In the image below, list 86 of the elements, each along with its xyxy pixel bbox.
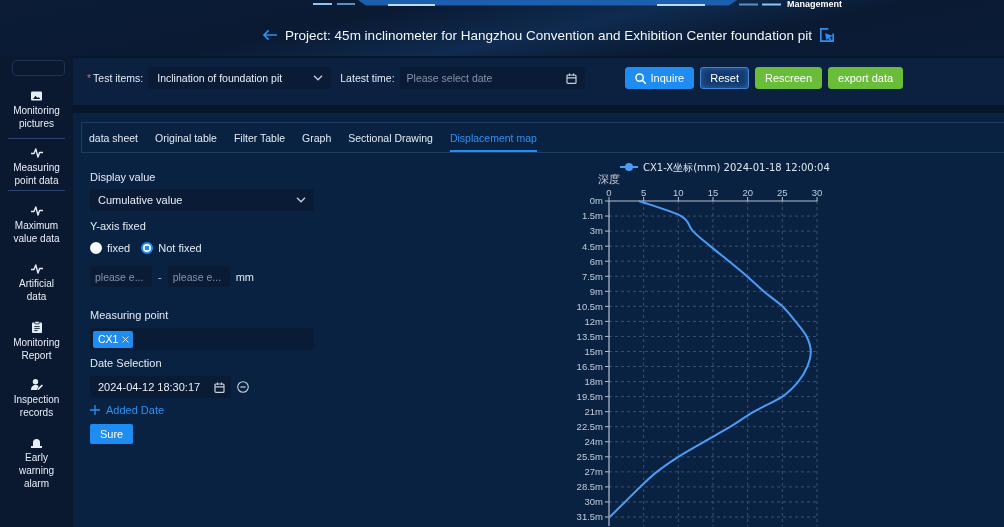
sidebar-item[interactable]: Inspection records bbox=[8, 369, 65, 423]
sidebar-item[interactable]: Monitoring pictures bbox=[8, 80, 65, 134]
y-tick-label: 22.5m bbox=[576, 421, 603, 433]
y-tick-label: 4.5m bbox=[581, 240, 603, 252]
clipboard-icon bbox=[31, 321, 42, 334]
y-tick-label: 0m bbox=[589, 195, 603, 207]
tab[interactable]: data sheet bbox=[89, 123, 139, 152]
search-icon bbox=[634, 72, 646, 84]
sidebar-item[interactable]: Measuring point data bbox=[8, 138, 65, 192]
image-icon bbox=[31, 90, 42, 101]
add-date-link[interactable]: Added Date bbox=[90, 403, 165, 417]
tab[interactable]: Displacement map bbox=[449, 123, 537, 152]
y-tick-label: 9m bbox=[589, 285, 603, 297]
y-tick-label: 25.5m bbox=[576, 451, 603, 463]
x-tick-label: 15 bbox=[707, 186, 719, 198]
nav-label[interactable]: Management bbox=[787, 0, 842, 9]
field-label: Display value bbox=[90, 170, 156, 184]
plus-icon bbox=[90, 405, 100, 415]
max-value-field[interactable]: please e... bbox=[167, 266, 230, 287]
y-tick-label: 21m bbox=[584, 406, 603, 418]
y-tick-label: 28.5m bbox=[576, 481, 603, 493]
sidebar-item[interactable]: Early warning alarm bbox=[8, 426, 65, 491]
required-mark: * bbox=[87, 71, 92, 86]
y-tick-label: 13.5m bbox=[576, 330, 603, 342]
tab[interactable]: Sectional Drawing bbox=[348, 123, 433, 152]
x-tick-label: 25 bbox=[777, 186, 788, 198]
calendar-icon bbox=[565, 72, 577, 84]
square-cursor-icon[interactable] bbox=[819, 28, 834, 42]
chevron-down-icon bbox=[313, 75, 324, 81]
tab[interactable]: Filter Table bbox=[233, 123, 286, 152]
back-arrow-icon[interactable] bbox=[262, 29, 278, 41]
field-label: Date Selection bbox=[90, 356, 162, 370]
pulse-icon bbox=[30, 263, 43, 274]
minus-circle-icon[interactable] bbox=[237, 381, 249, 393]
person-pen-icon bbox=[30, 379, 43, 391]
y-tick-label: 12m bbox=[584, 315, 603, 327]
y-tick-label: 1.5m bbox=[581, 210, 603, 222]
y-tick-label: 31.5m bbox=[576, 511, 603, 523]
radio-option[interactable]: Not fixed bbox=[141, 241, 202, 255]
y-tick-label: 19.5m bbox=[576, 391, 603, 402]
y-tick-label: 15m bbox=[584, 345, 603, 357]
sidebar-item[interactable]: Maximum value data bbox=[8, 196, 65, 250]
field-label: Latest time: bbox=[340, 71, 395, 86]
field-label: Test items: bbox=[93, 71, 144, 86]
x-tick-label: 30 bbox=[811, 186, 823, 198]
sidebar-item[interactable]: Monitoring Report bbox=[8, 311, 65, 365]
close-icon[interactable] bbox=[122, 335, 130, 343]
project-title: Project: 45m inclinometer for Hangzhou Convention and Exhibition Center foundation pit bbox=[285, 27, 812, 43]
chevron-down-icon bbox=[296, 197, 306, 203]
field-label: Measuring point bbox=[90, 308, 169, 322]
test-items-select[interactable]: Inclination of foundation pit bbox=[148, 67, 332, 89]
legend-label: CX1-X坐标(mm) 2024-01-18 12:00:04 bbox=[643, 161, 830, 173]
y-tick-label: 7.5m bbox=[581, 270, 603, 282]
date-picker-field[interactable]: Please select date bbox=[399, 67, 585, 89]
display-value-select[interactable]: Cumulative value bbox=[90, 189, 314, 211]
tab[interactable]: Graph bbox=[302, 123, 332, 152]
calendar-icon bbox=[214, 381, 225, 393]
x-tick-label: 20 bbox=[742, 186, 753, 198]
action-button[interactable]: Reset bbox=[700, 67, 749, 89]
blank-panel bbox=[12, 60, 65, 76]
date-field[interactable]: 2024-04-12 18:30:17 bbox=[90, 376, 231, 398]
pulse-icon bbox=[30, 148, 43, 159]
y-tick-label: 24m bbox=[584, 436, 603, 448]
y-tick-label: 10.5m bbox=[576, 300, 603, 312]
pulse-icon bbox=[30, 206, 43, 217]
tab[interactable]: Original table bbox=[155, 123, 217, 152]
x-tick-label: 0 bbox=[606, 186, 612, 198]
y-tick-label: 30m bbox=[584, 496, 603, 508]
field-label: Y-axis fixed bbox=[90, 219, 146, 233]
y-tick-label: 3m bbox=[589, 225, 603, 237]
axis-title: 深度 bbox=[598, 173, 620, 185]
x-tick-label: 5 bbox=[641, 186, 647, 198]
unit-label: mm bbox=[235, 270, 254, 283]
range-separator: - bbox=[158, 270, 162, 283]
legend-marker-icon bbox=[619, 163, 639, 171]
x-tick-label: 10 bbox=[673, 186, 684, 198]
tag-label: CX1 bbox=[98, 333, 119, 345]
radio-button[interactable] bbox=[141, 242, 154, 254]
min-value-field[interactable]: please e... bbox=[90, 266, 152, 287]
sidebar-item[interactable]: Artificial data bbox=[8, 253, 65, 307]
siren-icon bbox=[31, 436, 42, 448]
y-tick-label: 18m bbox=[584, 375, 603, 387]
radio-option[interactable]: fixed bbox=[90, 241, 131, 255]
y-tick-label: 16.5m bbox=[576, 360, 603, 372]
y-tick-label: 6m bbox=[589, 255, 603, 267]
y-tick-label: 27m bbox=[584, 466, 603, 478]
